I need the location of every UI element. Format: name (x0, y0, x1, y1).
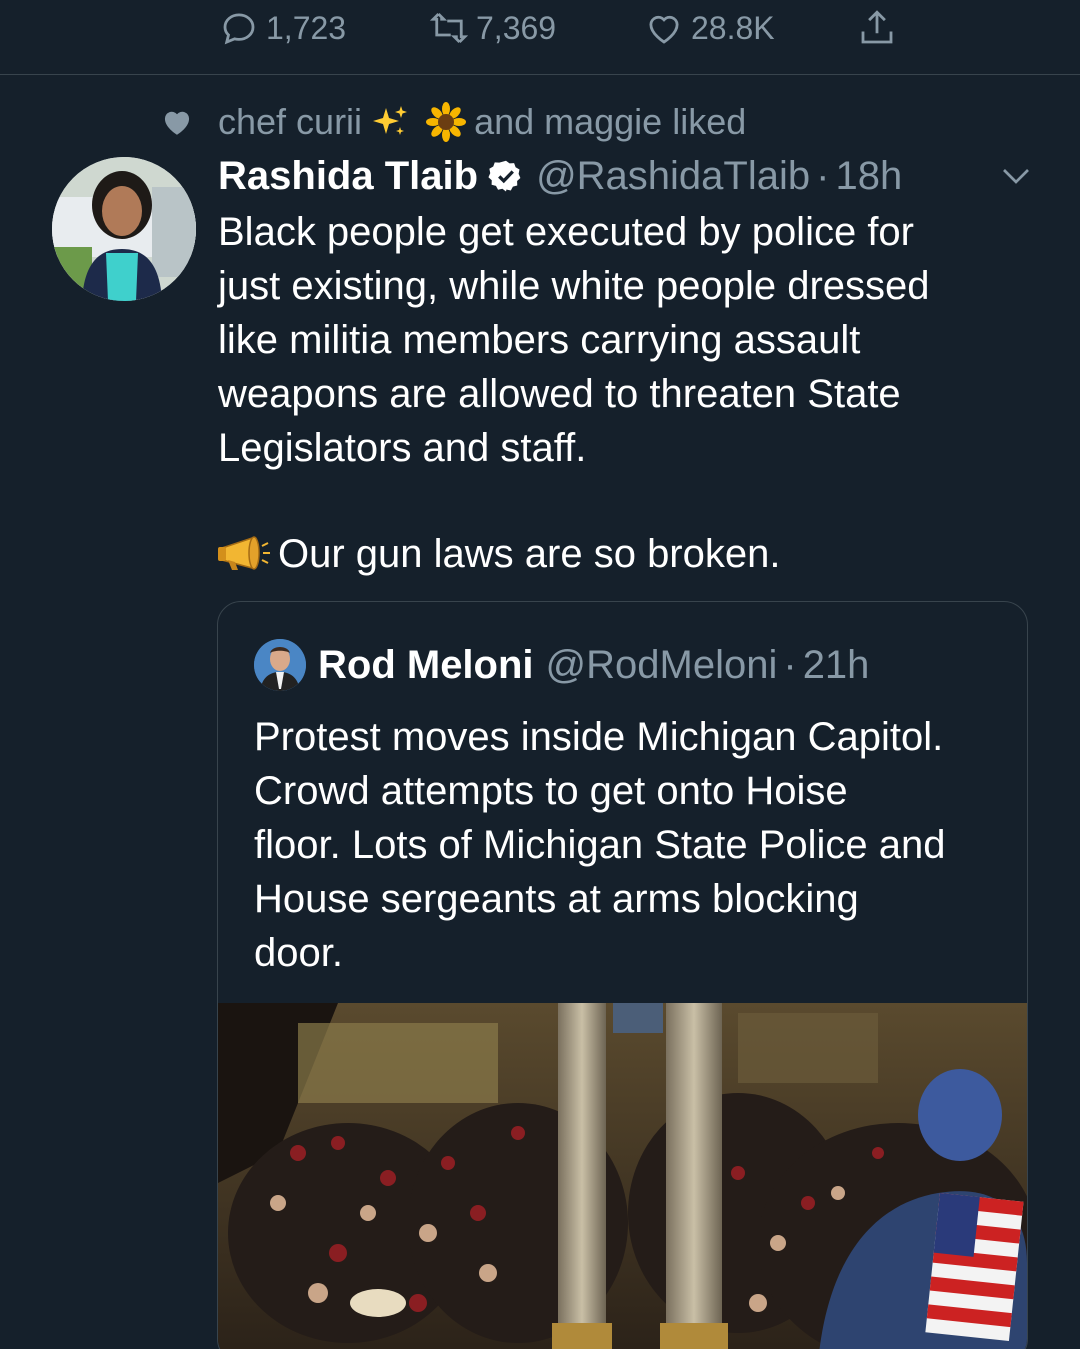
retweet-count: 7,369 (476, 9, 557, 46)
header-separator: · (816, 153, 830, 198)
tweet-text-line: Legislators and staff. (218, 426, 587, 470)
tweet-text-line: Our gun laws are so broken. (278, 532, 781, 576)
chevron-down-icon[interactable] (998, 158, 1034, 194)
reply-icon (223, 13, 255, 45)
quoted-author-handle[interactable]: @RodMeloni (546, 643, 778, 688)
previous-tweet-actions: 1,723 7,369 28.8K (0, 0, 1080, 75)
quoted-author-name[interactable]: Rod Meloni (318, 643, 534, 688)
verified-badge-icon (488, 160, 521, 192)
tweet-text-line: Black people get executed by police for (218, 210, 914, 254)
quoted-text-line: Crowd attempts to get onto Hoise (254, 769, 848, 813)
quoted-tweet-text: Protest moves inside Michigan Capitol. C… (254, 710, 1014, 980)
heart-filled-icon (164, 111, 190, 135)
quoted-timestamp: 21h (802, 642, 870, 687)
tweet-header: Rashida Tlaib @RashidaTlaib · 18h (218, 152, 902, 200)
reply-count: 1,723 (266, 9, 347, 46)
social-context: chef curii and maggie liked (160, 100, 746, 144)
tweet-text: Black people get executed by police for … (218, 205, 1038, 475)
tweet-text-line: like militia members carrying assault (218, 318, 861, 362)
tweet-screen: 1,723 7,369 28.8K chef curii and maggie … (0, 0, 1080, 1349)
megaphone-icon (218, 536, 270, 570)
tweet-text-second-paragraph: Our gun laws are so broken. (218, 527, 780, 581)
author-avatar[interactable] (52, 157, 196, 301)
author-handle[interactable]: @RashidaTlaib (536, 154, 810, 199)
retweet-button[interactable]: 7,369 (428, 6, 556, 50)
like-button[interactable]: 28.8K (643, 6, 775, 50)
tweet-text-line: weapons are allowed to threaten State (218, 372, 901, 416)
share-icon (861, 10, 893, 44)
quoted-media-image[interactable] (218, 1003, 1027, 1349)
reply-button[interactable]: 1,723 (218, 6, 346, 50)
share-button[interactable] (856, 6, 904, 50)
tweet-timestamp[interactable]: 18h (835, 154, 902, 199)
liker-name[interactable]: chef curii (218, 101, 362, 143)
capitol-crowd-photo (218, 1003, 1027, 1349)
quoted-text-line: floor. Lots of Michigan State Police and (254, 823, 946, 867)
author-name[interactable]: Rashida Tlaib (218, 154, 478, 199)
retweet-icon (429, 13, 469, 43)
tweet-text-line: just existing, while white people dresse… (218, 264, 930, 308)
sunflower-icon (426, 102, 467, 142)
quoted-text-line: Protest moves inside Michigan Capitol. (254, 715, 944, 759)
author-avatar-image (52, 157, 196, 301)
quoted-tweet-header: Rod Meloni @RodMeloni · 21h (254, 638, 869, 692)
heart-icon (649, 15, 679, 44)
quoted-tweet[interactable]: Rod Meloni @RodMeloni · 21h Protest move… (217, 601, 1028, 1349)
quoted-author-avatar (254, 639, 306, 691)
social-context-text: and maggie liked (474, 101, 747, 142)
quoted-text-line: door. (254, 931, 343, 975)
quoted-author-avatar-image (254, 639, 306, 691)
sparkles-icon (373, 106, 408, 135)
quoted-text-line: House sergeants at arms blocking (254, 877, 859, 921)
like-count: 28.8K (691, 9, 775, 46)
quoted-header-separator: · (783, 642, 797, 687)
